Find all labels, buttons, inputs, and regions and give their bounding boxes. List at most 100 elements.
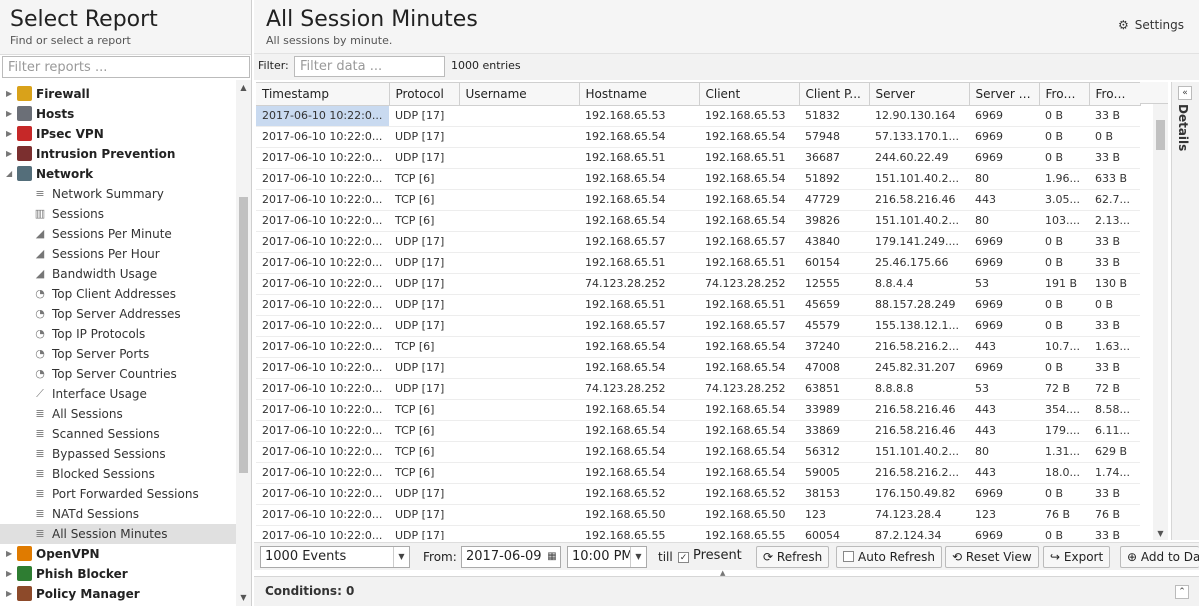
filter-data-input[interactable] bbox=[294, 56, 445, 77]
column-header[interactable]: Protocol bbox=[389, 83, 460, 106]
sidebar-category[interactable]: ▶ Policy Manager bbox=[0, 584, 236, 604]
sidebar-item[interactable]: ≣ Scanned Sessions bbox=[0, 424, 236, 444]
table-row[interactable]: 2017-06-10 10:22:0... UDP [17] 74.123.28.2… bbox=[256, 378, 1140, 400]
reset-icon: ⟲ bbox=[952, 550, 963, 564]
sidebar-item[interactable]: ◔ Top Server Ports bbox=[0, 344, 236, 364]
table-row[interactable]: 2017-06-10 10:22:0... TCP [6] 192.168.65.5… bbox=[256, 336, 1140, 358]
sidebar-item[interactable]: ≡ Network Summary bbox=[0, 184, 236, 204]
expand-icon[interactable]: ⌃ bbox=[1175, 585, 1189, 599]
scroll-down-icon[interactable]: ▼ bbox=[236, 592, 251, 604]
sidebar-item[interactable]: ≣ Port Forwarded Sessions bbox=[0, 484, 236, 504]
details-label: Details bbox=[1176, 104, 1190, 152]
chevron-right-icon[interactable]: ▶ bbox=[6, 124, 12, 144]
table-row[interactable]: 2017-06-10 10:22:0... UDP [17] 192.168.65.… bbox=[256, 147, 1140, 169]
column-header[interactable]: Username bbox=[459, 83, 580, 106]
scroll-up-icon[interactable]: ▲ bbox=[236, 82, 251, 94]
column-header[interactable]: Hostname bbox=[579, 83, 700, 106]
sidebar-item-label: Top IP Protocols bbox=[52, 327, 146, 341]
events-limit-select[interactable]: 1000 Events ▼ bbox=[260, 546, 410, 568]
sidebar-item[interactable]: ⟋ Interface Usage bbox=[0, 384, 236, 404]
table-row[interactable]: 2017-06-10 10:22:0... TCP [6] 192.168.65.5… bbox=[256, 441, 1140, 463]
sidebar-item[interactable]: ≣ All Session Minutes bbox=[0, 524, 236, 544]
reset-view-button[interactable]: ⟲ Reset View bbox=[945, 546, 1039, 568]
table-row[interactable]: 2017-06-10 10:22:0... UDP [17] 192.168.65.… bbox=[256, 252, 1140, 274]
table-cell: 192.168.65.57 bbox=[699, 231, 799, 253]
chevron-right-icon[interactable]: ▶ bbox=[6, 104, 12, 124]
table-row[interactable]: 2017-06-10 10:22:0... UDP [17] 192.168.65.… bbox=[256, 357, 1140, 379]
settings-button[interactable]: ⚙ Settings bbox=[1118, 18, 1184, 32]
details-panel[interactable]: « Details bbox=[1171, 82, 1199, 540]
sidebar-item[interactable]: ◔ Top IP Protocols bbox=[0, 324, 236, 344]
sidebar-item[interactable]: ≣ Blocked Sessions bbox=[0, 464, 236, 484]
table-row[interactable]: 2017-06-10 10:22:0... UDP [17] 192.168.65.… bbox=[256, 105, 1140, 127]
pie-chart-icon: ◔ bbox=[35, 367, 45, 380]
from-time-field[interactable]: 10:00 PM ▼ bbox=[567, 546, 647, 568]
refresh-button[interactable]: ⟳ Refresh bbox=[756, 546, 830, 568]
from-date-field[interactable]: 2017-06-09 ▦ bbox=[461, 546, 561, 568]
sidebar-category[interactable]: ◢ Network bbox=[0, 164, 236, 184]
table-row[interactable]: 2017-06-10 10:22:0... UDP [17] 74.123.28.2… bbox=[256, 273, 1140, 295]
chevron-right-icon[interactable]: ▶ bbox=[6, 84, 12, 104]
column-header[interactable]: From... bbox=[1039, 83, 1090, 106]
sidebar-item[interactable]: ≣ All Sessions bbox=[0, 404, 236, 424]
add-to-dashboard-button[interactable]: ⊕ Add to Da bbox=[1120, 546, 1199, 568]
table-row[interactable]: 2017-06-10 10:22:0... TCP [6] 192.168.65.5… bbox=[256, 462, 1140, 484]
sidebar-item[interactable]: ◢ Sessions Per Minute bbox=[0, 224, 236, 244]
sidebar-category[interactable]: ▶ OpenVPN bbox=[0, 544, 236, 564]
column-header[interactable]: Timestamp bbox=[256, 83, 390, 106]
table-row[interactable]: 2017-06-10 10:22:0... TCP [6] 192.168.65.5… bbox=[256, 189, 1140, 211]
checkbox-checked-icon[interactable]: ✓ bbox=[678, 552, 689, 563]
table-row[interactable]: 2017-06-10 10:22:0... UDP [17] 192.168.65.… bbox=[256, 231, 1140, 253]
table-row[interactable]: 2017-06-10 10:22:0... TCP [6] 192.168.65.5… bbox=[256, 168, 1140, 190]
sidebar-item[interactable]: ≣ Bypassed Sessions bbox=[0, 444, 236, 464]
sidebar-item[interactable]: ≣ NATd Sessions bbox=[0, 504, 236, 524]
chevron-right-icon[interactable]: ▶ bbox=[6, 144, 12, 164]
table-row[interactable]: 2017-06-10 10:22:0... UDP [17] 192.168.65.… bbox=[256, 525, 1140, 540]
sidebar-scroll-thumb[interactable] bbox=[239, 197, 248, 473]
grid-scrollbar[interactable]: ▼ bbox=[1153, 104, 1168, 540]
column-header[interactable]: Client bbox=[699, 83, 800, 106]
collapse-icon[interactable]: « bbox=[1178, 86, 1192, 100]
sidebar-category[interactable]: ▶ Phish Blocker bbox=[0, 564, 236, 584]
auto-refresh-button[interactable]: Auto Refresh bbox=[836, 546, 942, 568]
table-cell: UDP [17] bbox=[389, 273, 459, 295]
table-row[interactable]: 2017-06-10 10:22:0... TCP [6] 192.168.65.5… bbox=[256, 399, 1140, 421]
calendar-icon[interactable]: ▦ bbox=[544, 547, 560, 567]
scroll-down-icon[interactable]: ▼ bbox=[1153, 528, 1168, 540]
chevron-down-icon[interactable]: ◢ bbox=[6, 164, 12, 184]
filter-reports-input[interactable] bbox=[2, 56, 250, 78]
chevron-right-icon[interactable]: ▶ bbox=[6, 544, 12, 564]
sidebar-item[interactable]: ◔ Top Client Addresses bbox=[0, 284, 236, 304]
sidebar-item-label: All Sessions bbox=[52, 407, 123, 421]
column-header[interactable]: Server P... bbox=[969, 83, 1040, 106]
table-row[interactable]: 2017-06-10 10:22:0... UDP [17] 192.168.65.… bbox=[256, 483, 1140, 505]
sidebar-category[interactable]: ▶ Firewall bbox=[0, 84, 236, 104]
table-row[interactable]: 2017-06-10 10:22:0... TCP [6] 192.168.65.5… bbox=[256, 210, 1140, 232]
table-row[interactable]: 2017-06-10 10:22:0... UDP [17] 192.168.65.… bbox=[256, 126, 1140, 148]
sidebar-item[interactable]: ◔ Top Server Addresses bbox=[0, 304, 236, 324]
sidebar-item[interactable]: ◢ Bandwidth Usage bbox=[0, 264, 236, 284]
sidebar-category[interactable]: ▶ Intrusion Prevention bbox=[0, 144, 236, 164]
sidebar-category[interactable]: ▶ Hosts bbox=[0, 104, 236, 124]
grid-scroll-thumb[interactable] bbox=[1156, 120, 1165, 150]
sidebar-item[interactable]: ◢ Sessions Per Hour bbox=[0, 244, 236, 264]
table-cell: 80 bbox=[969, 168, 1039, 190]
table-cell: 130 B bbox=[1089, 273, 1140, 295]
sidebar-item[interactable]: ◔ Top Server Countries bbox=[0, 364, 236, 384]
table-row[interactable]: 2017-06-10 10:22:0... UDP [17] 192.168.65.… bbox=[256, 504, 1140, 526]
column-header[interactable]: From... bbox=[1089, 83, 1141, 106]
sidebar-scrollbar[interactable]: ▲ ▼ bbox=[236, 80, 251, 606]
export-button[interactable]: ↪ Export bbox=[1043, 546, 1111, 568]
chevron-down-icon[interactable]: ▼ bbox=[630, 547, 646, 567]
sidebar-category[interactable]: ▶ IPsec VPN bbox=[0, 124, 236, 144]
chevron-right-icon[interactable]: ▶ bbox=[6, 584, 12, 604]
present-checkbox[interactable]: ✓ Present bbox=[678, 548, 742, 563]
table-row[interactable]: 2017-06-10 10:22:0... TCP [6] 192.168.65.5… bbox=[256, 420, 1140, 442]
table-row[interactable]: 2017-06-10 10:22:0... UDP [17] 192.168.65.… bbox=[256, 294, 1140, 316]
column-header[interactable]: Client P... bbox=[799, 83, 870, 106]
chevron-right-icon[interactable]: ▶ bbox=[6, 564, 12, 584]
chevron-down-icon[interactable]: ▼ bbox=[393, 547, 409, 567]
column-header[interactable]: Server bbox=[869, 83, 970, 106]
table-row[interactable]: 2017-06-10 10:22:0... UDP [17] 192.168.65.… bbox=[256, 315, 1140, 337]
sidebar-item[interactable]: ▥ Sessions bbox=[0, 204, 236, 224]
